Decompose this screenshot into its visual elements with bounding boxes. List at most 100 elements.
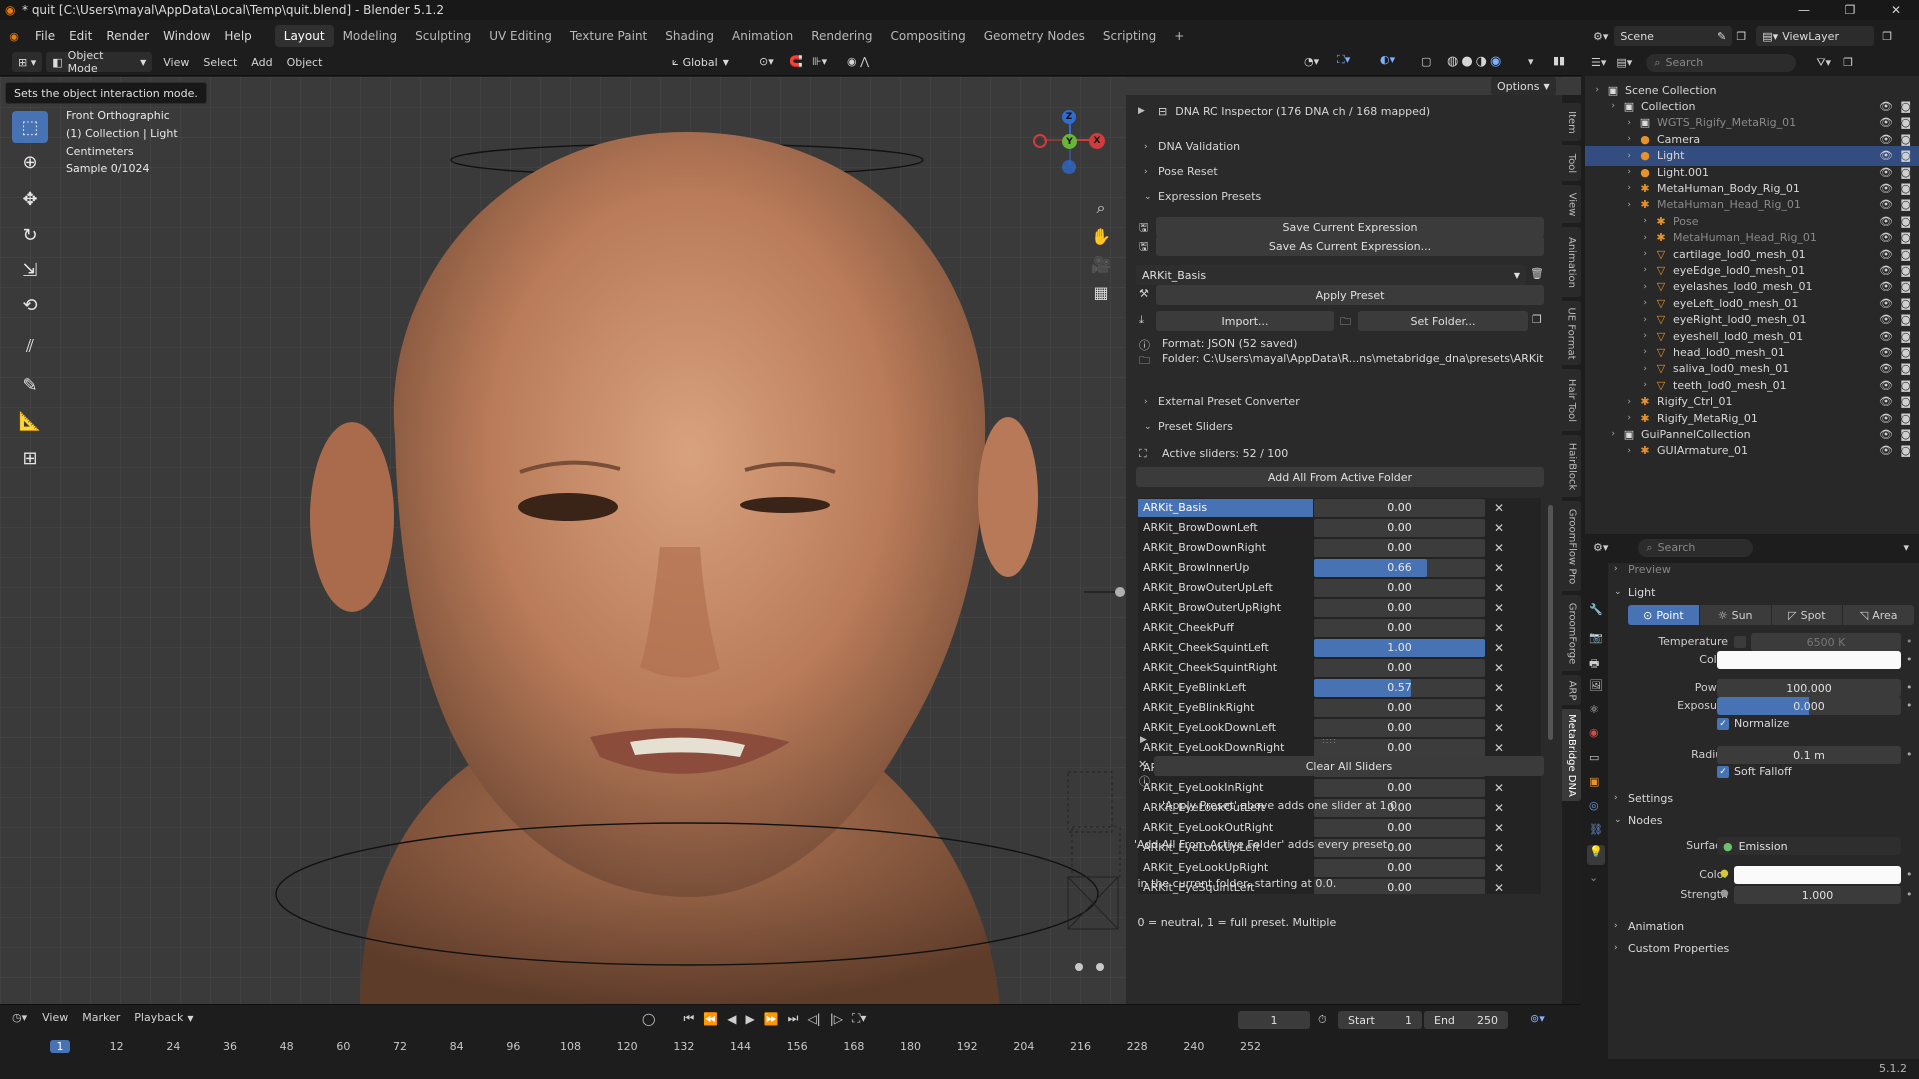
snap-target-icon[interactable]: ⊪▾: [805, 55, 834, 68]
remove-slider-icon[interactable]: ✕: [1485, 601, 1513, 615]
rotate-tool[interactable]: ↻: [12, 219, 48, 251]
maximize-icon[interactable]: ❐: [1827, 0, 1873, 20]
color-keyframe-icon[interactable]: •: [1906, 653, 1913, 666]
expand-arrow-icon[interactable]: ›: [1585, 397, 1637, 407]
viewport-menu-select[interactable]: Select: [196, 56, 244, 69]
proportional-edit-icon[interactable]: ◉ ⋀: [840, 55, 876, 68]
collection-tab-icon[interactable]: ▭: [1589, 751, 1599, 764]
visibility-eye-icon[interactable]: 👁: [1879, 133, 1893, 146]
remove-slider-icon[interactable]: ✕: [1485, 701, 1513, 715]
slider-name[interactable]: ARKit_BrowOuterUpRight: [1138, 599, 1313, 617]
next-keyframe-icon[interactable]: ⏩: [764, 1012, 779, 1026]
blender-menu-icon[interactable]: ◉: [0, 30, 28, 43]
slider-value-bar[interactable]: 0.00: [1314, 619, 1485, 637]
preview-section[interactable]: › Preview: [1608, 563, 1919, 576]
render-camera-icon[interactable]: ◙: [1900, 166, 1911, 179]
radius-field[interactable]: 0.1 m: [1717, 746, 1901, 764]
timeline-view-icon[interactable]: ⊚▾: [1530, 1012, 1545, 1025]
workspace-tab-rendering[interactable]: Rendering: [802, 25, 881, 47]
menu-help[interactable]: Help: [217, 25, 258, 47]
record-icon[interactable]: ◯: [642, 1012, 655, 1026]
editor-type-button[interactable]: ⊞ ▾: [12, 52, 43, 72]
new-viewlayer-icon[interactable]: ❐: [1882, 30, 1892, 43]
tabs-collapse-icon[interactable]: ⌄: [1589, 871, 1598, 884]
soft-falloff-checkbox[interactable]: ✓ Soft Falloff: [1717, 765, 1792, 778]
tab-hair-tool[interactable]: Hair Tool: [1562, 369, 1581, 431]
visibility-eye-icon[interactable]: 👁: [1879, 395, 1893, 408]
exposure-slider[interactable]: 0.000: [1717, 697, 1901, 715]
render-camera-icon[interactable]: ◙: [1900, 100, 1911, 113]
shading-options-icon[interactable]: ▾: [1521, 55, 1541, 68]
outliner-item[interactable]: › ✱ GUIArmature_01 👁 ◙: [1585, 441, 1919, 461]
tab-tool[interactable]: Tool: [1562, 145, 1581, 181]
tab-item[interactable]: Item: [1562, 103, 1581, 141]
slider-name[interactable]: ARKit_EyeBlinkLeft: [1138, 679, 1313, 697]
physics-tab-icon[interactable]: ◎: [1589, 799, 1599, 812]
slider-value-bar[interactable]: 0.00: [1314, 519, 1485, 537]
frame-ruler[interactable]: 1 12 24 36 48 60 72 84 96 108 120 132 144 156 168 180 19…: [0, 1038, 1581, 1058]
play-reverse-icon[interactable]: ◀: [727, 1012, 736, 1026]
preset-sliders-section[interactable]: ⌄ Preset Sliders: [1144, 420, 1233, 433]
render-camera-icon[interactable]: ◙: [1900, 379, 1911, 392]
expand-arrow-icon[interactable]: ›: [1585, 282, 1653, 292]
strength-field[interactable]: 1.000: [1734, 886, 1901, 904]
output-tab-icon[interactable]: 🖶: [1589, 655, 1599, 674]
gizmo-neg-x-axis[interactable]: [1033, 134, 1047, 148]
workspace-tab-texture-paint[interactable]: Texture Paint: [561, 25, 656, 47]
annotate-tool[interactable]: ✎: [12, 369, 48, 401]
visibility-eye-icon[interactable]: 👁: [1879, 346, 1893, 359]
trash-icon[interactable]: 🗑: [1530, 267, 1544, 280]
visibility-eye-icon[interactable]: 👁: [1879, 100, 1893, 113]
render-camera-icon[interactable]: ◙: [1900, 231, 1911, 244]
visibility-eye-icon[interactable]: 👁: [1879, 428, 1893, 441]
tab-groomforge[interactable]: GroomForge: [1562, 595, 1581, 671]
workspace-tab-layout[interactable]: Layout: [274, 25, 334, 47]
viewlayer-selector[interactable]: ▤▾ ViewLayer: [1756, 26, 1875, 46]
workspace-tab-uv-editing[interactable]: UV Editing: [480, 25, 561, 47]
slider-name[interactable]: ARKit_CheekPuff: [1138, 619, 1313, 637]
keyframe-dot-icon[interactable]: •: [1906, 635, 1913, 648]
preview-range-icon[interactable]: ⏱: [1318, 1013, 1327, 1027]
render-camera-icon[interactable]: ◙: [1900, 198, 1911, 211]
menu-window[interactable]: Window: [156, 25, 217, 47]
save-current-expression-button[interactable]: Save Current Expression: [1156, 217, 1544, 237]
properties-search-input[interactable]: ⌕ Search: [1638, 538, 1754, 557]
emission-color-swatch[interactable]: [1734, 866, 1901, 884]
properties-options-icon[interactable]: ▾: [1903, 541, 1909, 554]
remove-slider-icon[interactable]: ✕: [1485, 561, 1513, 575]
render-camera-icon[interactable]: ◙: [1900, 149, 1911, 162]
overlay-toggle-icon[interactable]: ◐▾: [1373, 53, 1402, 66]
tab-arp[interactable]: ARP: [1562, 675, 1581, 705]
remove-slider-icon[interactable]: ✕: [1485, 581, 1513, 595]
visibility-eye-icon[interactable]: 👁: [1879, 313, 1893, 326]
slider-value-bar[interactable]: 0.00: [1314, 499, 1485, 517]
zoom-icon[interactable]: ⌕: [1088, 195, 1114, 221]
timeline-menu-marker[interactable]: Marker: [75, 1011, 127, 1024]
remove-slider-icon[interactable]: ✕: [1485, 721, 1513, 735]
render-camera-icon[interactable]: ◙: [1900, 264, 1911, 277]
dna-validation-section[interactable]: › DNA Validation: [1144, 140, 1240, 153]
timeline-menu-playback[interactable]: Playback ▼: [127, 1011, 200, 1024]
xray-icon[interactable]: ▢: [1414, 55, 1438, 68]
slider-name[interactable]: ARKit_CheekSquintLeft: [1138, 639, 1313, 657]
expand-arrow-icon[interactable]: ›: [1585, 315, 1653, 325]
visibility-eye-icon[interactable]: 👁: [1879, 264, 1893, 277]
jump-end-icon[interactable]: ⏭: [788, 1011, 799, 1026]
sidebar-toggle-icon[interactable]: ▮▮: [1546, 54, 1572, 67]
slider-value-bar[interactable]: 0.57: [1314, 679, 1485, 697]
visibility-eye-icon[interactable]: 👁: [1879, 280, 1893, 293]
object-mode-dropdown[interactable]: ◧ Object Mode ▼: [46, 49, 153, 75]
expand-arrow-icon[interactable]: ›: [1585, 216, 1653, 226]
expand-arrow-icon[interactable]: ›: [1585, 364, 1653, 374]
slider-value-bar[interactable]: 0.00: [1314, 739, 1485, 757]
render-camera-icon[interactable]: ◙: [1900, 248, 1911, 261]
preset-dropdown[interactable]: ARKit_Basis ▼: [1136, 265, 1526, 285]
prev-keyframe-icon[interactable]: ⏪: [703, 1012, 718, 1026]
expand-arrow-icon[interactable]: ›: [1585, 118, 1637, 128]
remove-slider-icon[interactable]: ✕: [1485, 661, 1513, 675]
normalize-checkbox[interactable]: ✓ Normalize: [1717, 717, 1789, 730]
gizmo-z-axis[interactable]: Z: [1062, 110, 1076, 124]
render-camera-icon[interactable]: ◙: [1900, 280, 1911, 293]
add-all-from-active-folder-button[interactable]: Add All From Active Folder: [1136, 467, 1544, 487]
dna-rc-inspector-header[interactable]: ▶ ⊟ DNA RC Inspector (176 DNA ch / 168 map…: [1134, 101, 1548, 121]
